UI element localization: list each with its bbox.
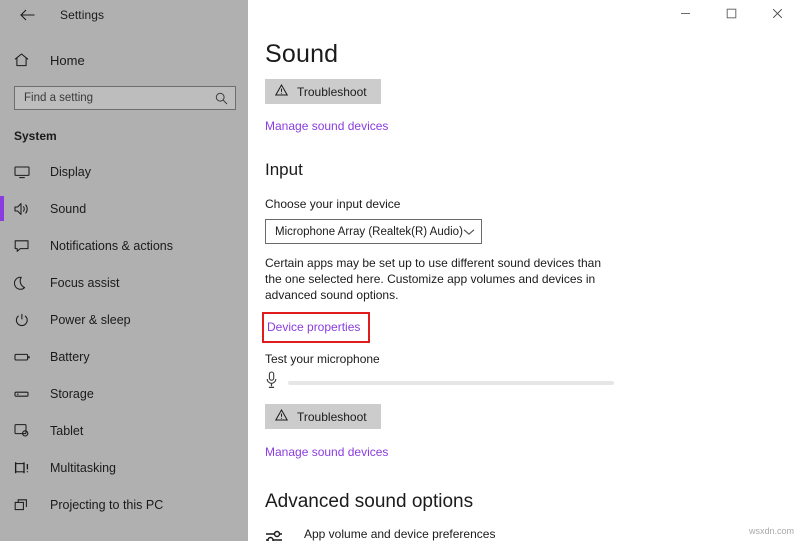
sidebar-item-label: Storage xyxy=(50,387,94,401)
sidebar-item-notifications[interactable]: Notifications & actions xyxy=(0,227,248,264)
sidebar-item-battery[interactable]: Battery xyxy=(0,338,248,375)
input-helper-text: Certain apps may be set up to use differ… xyxy=(265,255,613,303)
manage-sound-devices-link-top[interactable]: Manage sound devices xyxy=(265,119,388,133)
app-volume-text-block: App volume and device preferences Custom… xyxy=(304,527,624,541)
sidebar: Settings Home System xyxy=(0,0,248,541)
home-icon xyxy=(14,53,36,67)
troubleshoot-button-input[interactable]: Troubleshoot xyxy=(265,404,381,429)
sidebar-item-label: Notifications & actions xyxy=(50,239,173,253)
sidebar-item-label: Focus assist xyxy=(50,276,119,290)
moon-icon xyxy=(14,276,36,290)
drive-icon xyxy=(14,387,36,401)
page-title: Sound xyxy=(265,40,800,69)
choose-input-device-label: Choose your input device xyxy=(265,197,800,211)
maximize-icon[interactable] xyxy=(708,0,754,26)
close-icon[interactable] xyxy=(754,0,800,26)
sidebar-item-sound[interactable]: Sound xyxy=(0,190,248,227)
watermark: wsxdn.com xyxy=(749,526,794,536)
microphone-level-meter xyxy=(265,371,800,394)
search-icon[interactable] xyxy=(215,92,228,105)
search-box[interactable] xyxy=(14,86,236,110)
sidebar-titlebar: Settings xyxy=(0,0,248,30)
microphone-icon xyxy=(265,371,278,394)
main-content: Sound Troubleshoot Manage sound devices … xyxy=(248,0,800,541)
monitor-icon xyxy=(14,165,36,179)
input-section-heading: Input xyxy=(265,160,800,180)
sidebar-item-focus-assist[interactable]: Focus assist xyxy=(0,264,248,301)
sidebar-item-tablet[interactable]: Tablet xyxy=(0,412,248,449)
microphone-level-track xyxy=(288,381,614,385)
search-input[interactable] xyxy=(24,92,215,104)
minimize-icon[interactable] xyxy=(662,0,708,26)
sidebar-item-label: Battery xyxy=(50,350,90,364)
device-properties-link[interactable]: Device properties xyxy=(267,320,360,334)
sidebar-item-projecting[interactable]: Projecting to this PC xyxy=(0,486,248,523)
advanced-sound-options-heading: Advanced sound options xyxy=(265,491,800,513)
input-device-select[interactable]: Microphone Array (Realtek(R) Audio) xyxy=(265,219,482,244)
warning-icon xyxy=(275,409,288,424)
test-microphone-label: Test your microphone xyxy=(265,352,800,366)
sidebar-item-label: Display xyxy=(50,165,91,179)
mixer-icon xyxy=(265,527,291,541)
multitasking-icon xyxy=(14,461,36,475)
sidebar-item-label: Power & sleep xyxy=(50,313,131,327)
sidebar-item-label: Tablet xyxy=(50,424,83,438)
project-icon xyxy=(14,498,36,512)
sound-settings-content: Sound Troubleshoot Manage sound devices … xyxy=(248,28,800,541)
comment-icon xyxy=(14,239,36,253)
app-title: Settings xyxy=(60,8,104,22)
warning-icon xyxy=(275,84,288,99)
app-volume-preferences-row[interactable]: App volume and device preferences Custom… xyxy=(265,527,800,541)
speaker-icon xyxy=(14,202,36,216)
manage-sound-devices-link-input[interactable]: Manage sound devices xyxy=(265,445,388,459)
input-device-value: Microphone Array (Realtek(R) Audio) xyxy=(275,226,463,238)
sidebar-item-power-sleep[interactable]: Power & sleep xyxy=(0,301,248,338)
tablet-icon xyxy=(14,423,36,438)
sidebar-item-home[interactable]: Home xyxy=(0,46,248,74)
sidebar-item-multitasking[interactable]: Multitasking xyxy=(0,449,248,486)
settings-window: Settings Home System xyxy=(0,0,800,541)
battery-icon xyxy=(14,350,36,364)
troubleshoot-label: Troubleshoot xyxy=(297,410,367,424)
back-arrow-icon[interactable] xyxy=(12,3,42,27)
window-titlebar xyxy=(248,0,800,28)
chevron-down-icon xyxy=(463,223,475,241)
sidebar-nav-list: Display Sound Notifica xyxy=(0,153,248,523)
sidebar-section-title: System xyxy=(0,129,248,143)
sidebar-item-label: Sound xyxy=(50,202,86,216)
power-icon xyxy=(14,313,36,327)
app-volume-title: App volume and device preferences xyxy=(304,527,624,541)
device-properties-highlight: Device properties xyxy=(262,312,370,343)
troubleshoot-button-top[interactable]: Troubleshoot xyxy=(265,79,381,104)
sidebar-item-label: Projecting to this PC xyxy=(50,498,163,512)
sidebar-item-label: Multitasking xyxy=(50,461,116,475)
sidebar-item-display[interactable]: Display xyxy=(0,153,248,190)
sidebar-item-storage[interactable]: Storage xyxy=(0,375,248,412)
troubleshoot-label: Troubleshoot xyxy=(297,85,367,99)
home-label: Home xyxy=(50,53,85,68)
